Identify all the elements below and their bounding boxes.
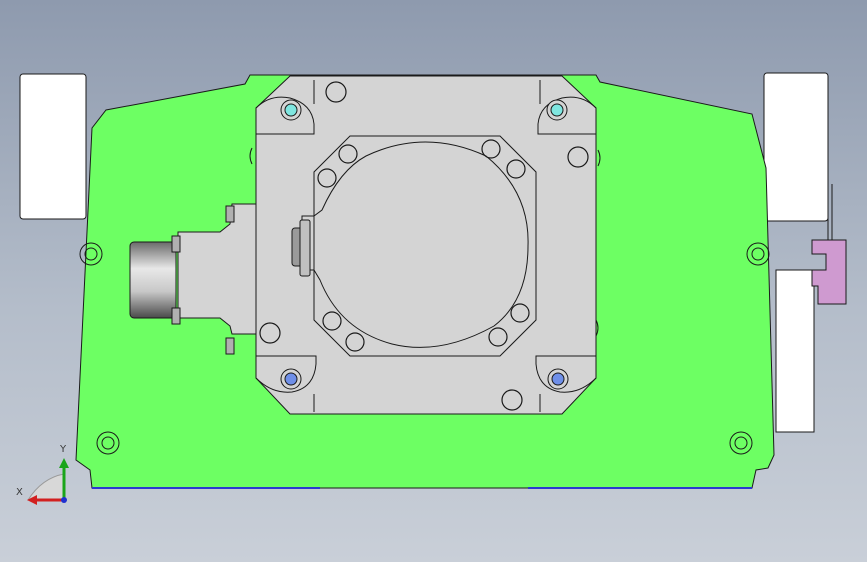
connector-screw[interactable] — [171, 235, 181, 253]
connector-cylinder[interactable] — [129, 241, 177, 319]
flange-screw[interactable] — [225, 337, 235, 355]
z-axis-dot-icon — [61, 497, 67, 503]
hole-blue[interactable] — [551, 372, 565, 386]
triad-plane — [27, 473, 65, 501]
hole-blue[interactable] — [284, 372, 298, 386]
shaft-stub — [299, 219, 311, 277]
cad-graphics-viewport[interactable]: X Y — [0, 0, 867, 562]
flange-screw[interactable] — [225, 205, 235, 223]
y-axis-arrow-icon — [59, 458, 69, 468]
pink-bracket[interactable] — [811, 239, 847, 305]
connector-screw[interactable] — [171, 307, 181, 325]
motor-bore[interactable] — [313, 141, 529, 348]
x-axis-label: X — [16, 487, 23, 498]
hole-cyan[interactable] — [284, 103, 298, 117]
assembly-drawing[interactable] — [0, 0, 867, 562]
right-support-block[interactable] — [763, 72, 829, 222]
coordinate-triad — [27, 458, 69, 505]
hole-cyan[interactable] — [550, 103, 564, 117]
y-axis-label: Y — [60, 444, 67, 455]
right-side-column[interactable] — [775, 269, 815, 433]
left-support-block[interactable] — [19, 73, 87, 220]
